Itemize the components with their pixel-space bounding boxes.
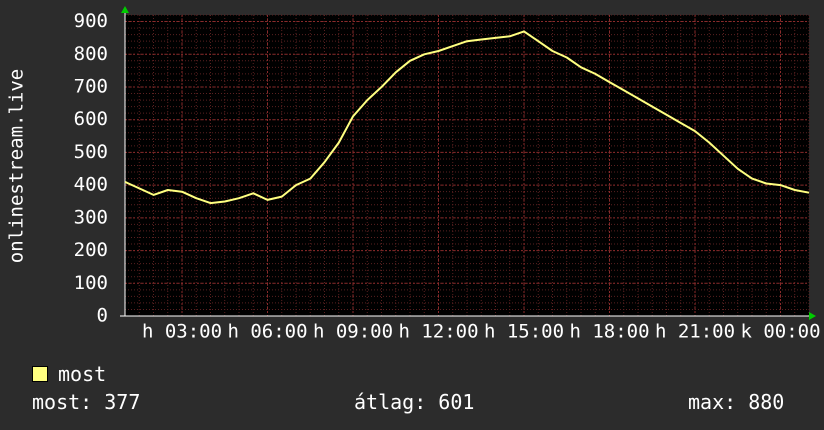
y-tick-label: 800	[74, 43, 108, 65]
y-axis-arrow	[121, 6, 129, 13]
y-tick-label: 600	[74, 108, 108, 130]
x-axis-arrow	[809, 312, 816, 320]
stat-current: most: 377	[32, 390, 141, 414]
x-tick-label: h 09:00	[313, 321, 393, 343]
y-tick-label: 900	[74, 10, 108, 32]
y-tick-label: 200	[74, 239, 108, 261]
stats-row: most: 377 átlag: 601 max: 880	[0, 390, 824, 416]
stat-maximum: max: 880	[688, 390, 785, 414]
legend-swatch	[32, 366, 48, 382]
x-tick-labels: h 03:00 h 06:00 h 09:00 h 12:00 h 15:00 h 18:…	[142, 321, 821, 343]
x-tick-label: h 18:00	[569, 321, 649, 343]
y-tick-label: 0	[97, 305, 108, 327]
x-tick-label: k 00:00	[740, 321, 820, 343]
y-tick-label: 700	[74, 75, 108, 97]
y-axis-label: onlinestream.live	[6, 69, 28, 263]
y-tick-label: 500	[74, 141, 108, 163]
y-tick-label: 400	[74, 174, 108, 196]
stat-average: átlag: 601	[354, 390, 475, 414]
legend-label: most	[58, 362, 107, 386]
x-tick-label: h 03:00	[142, 321, 222, 343]
y-tick-labels: 0 100 200 300 400 500 600 700 800 900	[74, 10, 108, 326]
x-tick-label: h 12:00	[398, 321, 478, 343]
legend: most	[32, 362, 106, 386]
x-tick-label: h 06:00	[227, 321, 307, 343]
x-tick-label: h 15:00	[484, 321, 564, 343]
x-tick-label: h 21:00	[655, 321, 735, 343]
y-tick-label: 100	[74, 272, 108, 294]
chart: 0 100 200 300 400 500 600 700 800 900 h 03:00 h 06…	[6, 6, 821, 343]
y-tick-label: 300	[74, 206, 108, 228]
